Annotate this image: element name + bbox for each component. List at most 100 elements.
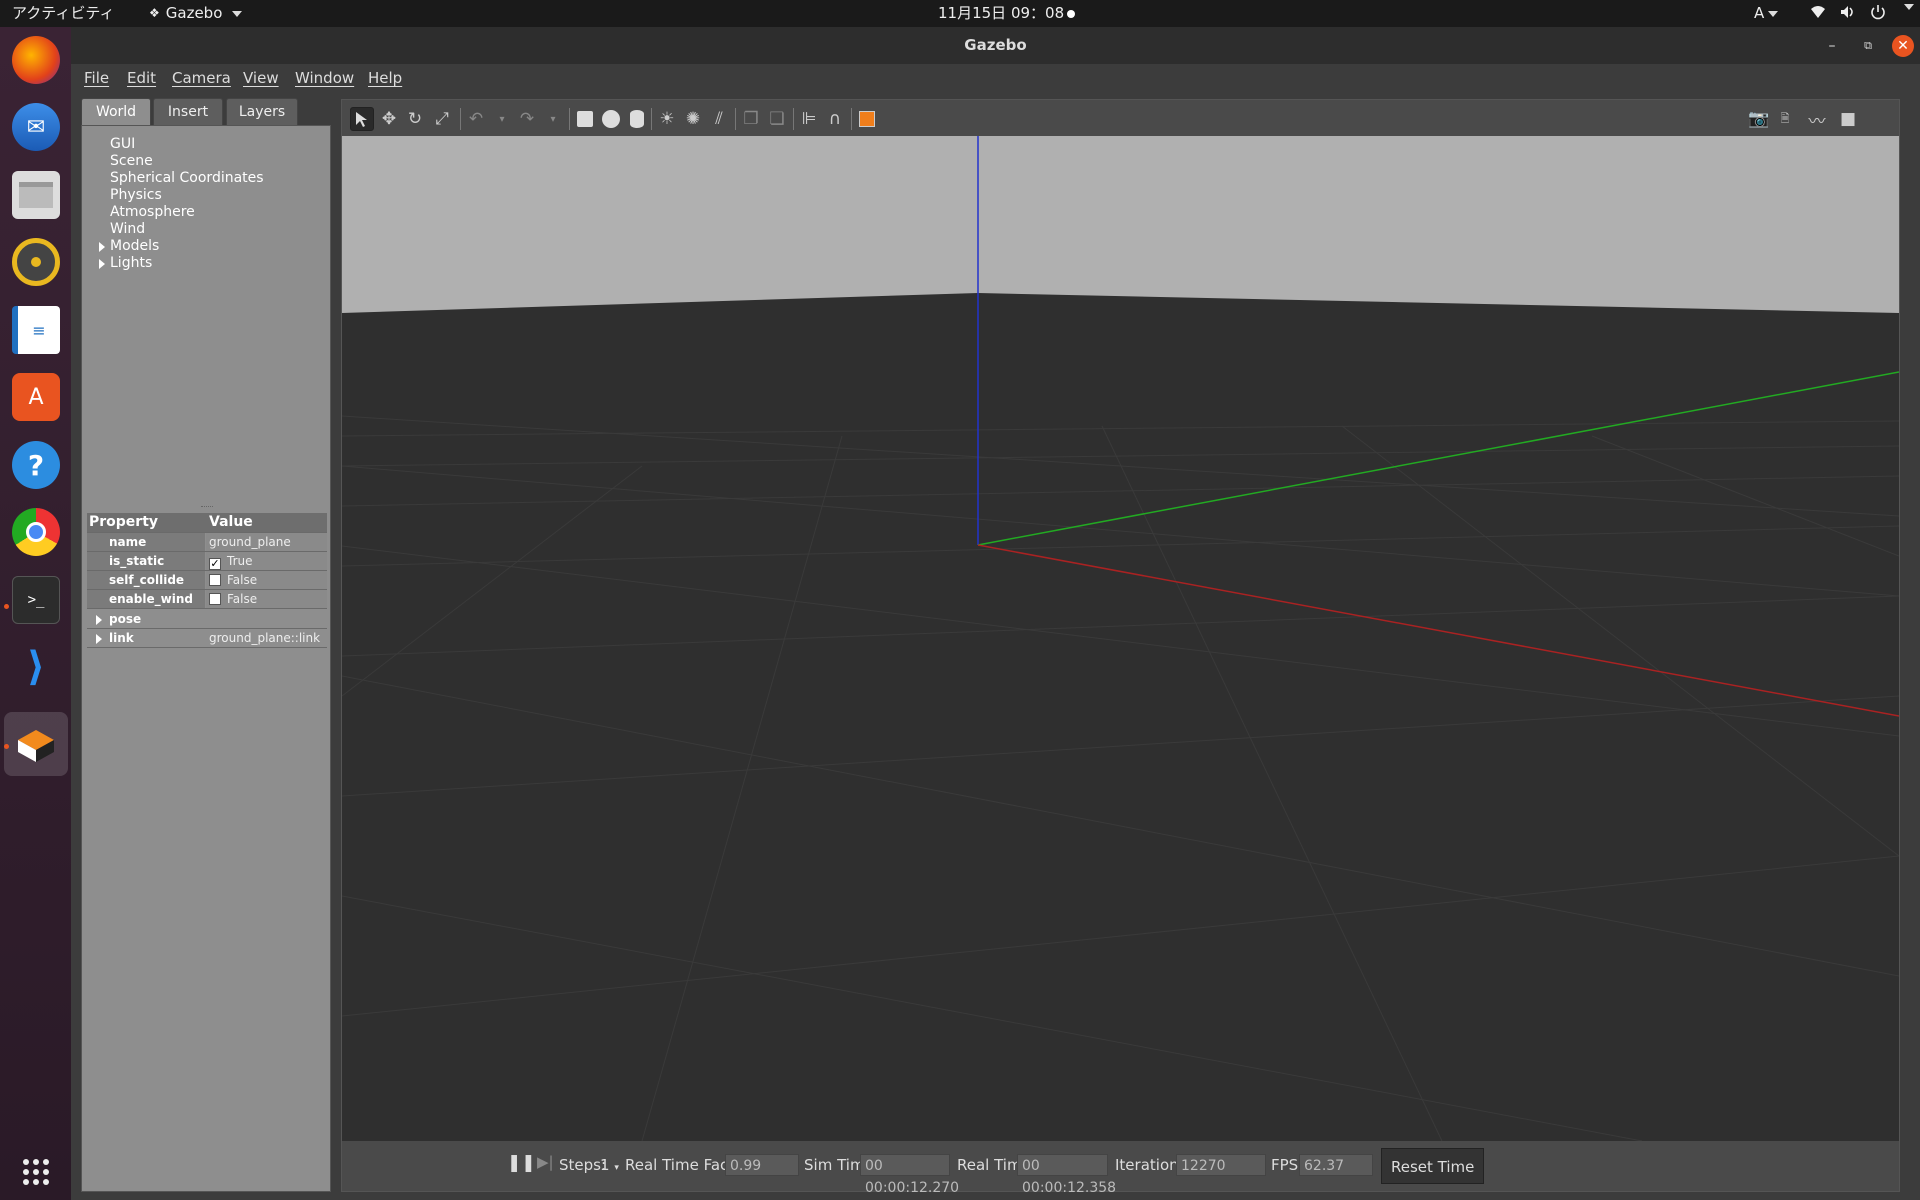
- copy-icon: ❐: [743, 109, 759, 129]
- checkbox-label: False: [227, 573, 258, 587]
- select-mode-button[interactable]: [350, 107, 374, 131]
- tree-item-models[interactable]: Models: [99, 238, 264, 255]
- volume-icon: [1841, 6, 1853, 18]
- clock[interactable]: 11月15日 09：08: [938, 4, 1064, 23]
- plot-button[interactable]: 〰: [1805, 107, 1829, 132]
- tab-layers[interactable]: Layers: [226, 98, 298, 126]
- activities-button[interactable]: アクティビティ: [12, 4, 114, 23]
- app-menu[interactable]: ❖ Gazebo: [149, 4, 243, 23]
- render-area: ✥ ↻ ⤢ ↶ ▾ ↷ ▾ ☀ ✺ ⫽ ❐ ❏ ⊫ ∩ 📷 🗎 〰 ■ ❚❚ ▶…: [341, 99, 1900, 1196]
- tab-insert[interactable]: Insert: [153, 98, 223, 126]
- fps-value: 62.37: [1299, 1154, 1373, 1176]
- thunderbird-icon[interactable]: ✉: [12, 103, 60, 151]
- property-row-name: name ground_plane: [87, 533, 327, 552]
- rhythmbox-icon[interactable]: [12, 238, 60, 286]
- insert-cylinder-button[interactable]: [625, 107, 649, 131]
- tree-item-spherical-coordinates[interactable]: Spherical Coordinates: [110, 170, 264, 187]
- input-method-indicator[interactable]: A: [1754, 4, 1779, 23]
- property-row-link[interactable]: link ground_plane::link: [87, 629, 327, 648]
- insert-sphere-button[interactable]: [599, 107, 623, 131]
- gazebo-icon[interactable]: [12, 720, 60, 768]
- steps-spinner[interactable]: 1 ▾: [600, 1156, 619, 1174]
- paste-icon: ❏: [769, 109, 785, 129]
- enable-wind-value[interactable]: False: [206, 590, 327, 608]
- screenshot-button[interactable]: 📷: [1747, 107, 1771, 131]
- sky: [342, 136, 1899, 313]
- firefox-icon[interactable]: [12, 36, 60, 84]
- files-icon[interactable]: [12, 171, 60, 219]
- view-angle-button[interactable]: [855, 107, 879, 131]
- tree-item-atmosphere[interactable]: Atmosphere: [110, 204, 264, 221]
- point-light-button[interactable]: ☀: [655, 107, 679, 131]
- 3d-viewport[interactable]: [342, 136, 1899, 1141]
- rotate-mode-button[interactable]: ↻: [403, 107, 427, 131]
- paste-button[interactable]: ❏: [765, 107, 789, 131]
- chrome-icon[interactable]: [12, 508, 60, 556]
- tree-item-lights[interactable]: Lights: [99, 255, 264, 272]
- menu-edit[interactable]: Edit: [127, 69, 156, 87]
- maximize-button[interactable]: ⧉: [1857, 35, 1879, 57]
- minimize-button[interactable]: –: [1821, 35, 1843, 57]
- step-button[interactable]: ▶|: [537, 1153, 554, 1171]
- toolbar-separator: [569, 108, 570, 130]
- reset-time-button[interactable]: Reset Time: [1381, 1148, 1485, 1184]
- property-column-header: Property: [89, 514, 159, 530]
- undo-icon: ↶: [468, 109, 484, 129]
- help-icon[interactable]: ?: [12, 441, 60, 489]
- tree-item-wind[interactable]: Wind: [110, 221, 264, 238]
- menu-window[interactable]: Window: [295, 69, 354, 87]
- record-video-button[interactable]: ■: [1836, 107, 1860, 131]
- splitter-handle[interactable]: [201, 506, 213, 508]
- expand-arrow-icon[interactable]: [99, 259, 105, 269]
- menu-camera[interactable]: Camera: [172, 69, 231, 87]
- translate-mode-button[interactable]: ✥: [377, 107, 401, 131]
- property-label: name: [87, 533, 205, 551]
- snap-button[interactable]: ∩: [823, 107, 847, 131]
- directional-light-button[interactable]: ⫽: [707, 107, 731, 131]
- terminal-icon[interactable]: >_: [12, 576, 60, 624]
- app-center-icon[interactable]: A: [12, 373, 60, 421]
- system-tray[interactable]: [1810, 4, 1914, 20]
- gazebo-window: Gazebo – ⧉ ✕ File Edit Camera View Windo…: [71, 27, 1920, 1200]
- menu-view[interactable]: View: [243, 69, 279, 87]
- insert-box-button[interactable]: [573, 107, 597, 131]
- tree-item-physics[interactable]: Physics: [110, 187, 264, 204]
- log-button[interactable]: 🗎: [1773, 107, 1797, 131]
- copy-button[interactable]: ❐: [739, 107, 763, 131]
- title-bar[interactable]: Gazebo – ⧉ ✕: [71, 27, 1920, 64]
- name-value-field[interactable]: ground_plane: [206, 533, 327, 551]
- undo-button[interactable]: ↶: [464, 107, 488, 131]
- align-icon: ⊫: [801, 109, 817, 129]
- is-static-checkbox[interactable]: ✓: [209, 558, 221, 570]
- align-button[interactable]: ⊫: [797, 107, 821, 131]
- toolbar-separator: [851, 108, 852, 130]
- app-grid-icon[interactable]: [12, 1148, 60, 1196]
- expand-arrow-icon[interactable]: [99, 242, 105, 252]
- spot-light-icon: ✺: [685, 109, 701, 129]
- tree-item-scene[interactable]: Scene: [110, 153, 264, 170]
- menu-help[interactable]: Help: [368, 69, 402, 87]
- property-label: enable_wind: [87, 590, 205, 608]
- is-static-value[interactable]: ✓ True: [206, 552, 327, 570]
- spot-light-button[interactable]: ✺: [681, 107, 705, 131]
- self-collide-checkbox[interactable]: [209, 574, 221, 586]
- scale-mode-button[interactable]: ⤢: [430, 107, 454, 131]
- redo-button[interactable]: ↷: [515, 107, 539, 131]
- undo-history-button[interactable]: ▾: [490, 107, 514, 131]
- self-collide-value[interactable]: False: [206, 571, 327, 589]
- vscode-icon[interactable]: ⟩: [12, 643, 60, 691]
- close-button[interactable]: ✕: [1892, 35, 1914, 57]
- window-title: Gazebo: [964, 36, 1027, 54]
- world-tree: GUI Scene Spherical Coordinates Physics …: [99, 136, 264, 272]
- redo-history-button[interactable]: ▾: [541, 107, 565, 131]
- tab-world[interactable]: World: [81, 98, 151, 126]
- notification-dot: [1067, 10, 1075, 18]
- property-row-pose[interactable]: pose: [87, 610, 327, 629]
- writer-icon[interactable]: ≡: [12, 306, 60, 354]
- toolbar-separator: [651, 108, 652, 130]
- toolbar-separator: [460, 108, 461, 130]
- tree-item-gui[interactable]: GUI: [110, 136, 264, 153]
- enable-wind-checkbox[interactable]: [209, 593, 221, 605]
- menu-file[interactable]: File: [84, 69, 109, 87]
- pause-button[interactable]: ❚❚: [507, 1153, 536, 1173]
